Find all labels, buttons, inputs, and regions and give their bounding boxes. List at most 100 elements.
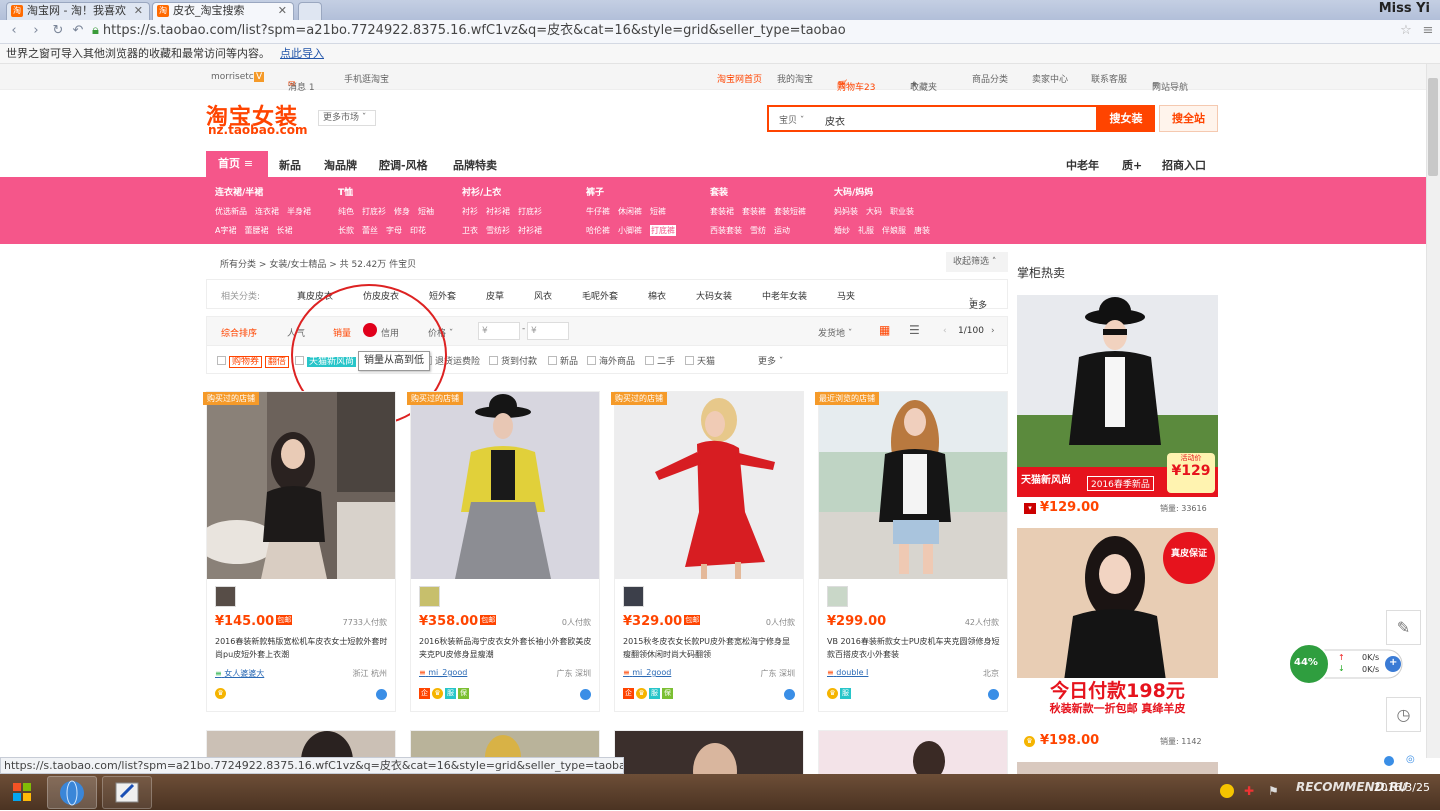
service-icon[interactable]: 服: [840, 688, 851, 699]
filter-coupon[interactable]: 购物券 翻倍: [217, 354, 289, 368]
guarantee-icon[interactable]: 保: [662, 688, 673, 699]
category-title[interactable]: 大码/妈妈: [834, 185, 938, 198]
product-image[interactable]: [615, 392, 803, 579]
start-button[interactable]: [6, 776, 38, 808]
category-link[interactable]: 卫衣: [462, 226, 478, 235]
product-title[interactable]: VB 2016春装新款女士PU皮机车夹克圆领修身短款百搭皮衣小外套装: [827, 635, 1001, 661]
breadcrumb-link[interactable]: 所有分类: [220, 260, 256, 270]
category-title[interactable]: 衬衫/上衣: [462, 185, 550, 198]
category-link[interactable]: 运动: [774, 226, 790, 235]
taskbar-browser[interactable]: [47, 776, 97, 809]
category-link[interactable]: 婚纱: [834, 226, 850, 235]
nav-item[interactable]: 腔调-风格: [379, 157, 428, 173]
enterprise-icon[interactable]: 企: [419, 688, 430, 699]
category-link[interactable]: 连衣裙: [255, 207, 279, 216]
price-min-input[interactable]: ¥: [478, 322, 520, 340]
wangwang-icon[interactable]: [376, 689, 387, 700]
nav-item[interactable]: 品牌特卖: [453, 157, 497, 173]
crown-icon[interactable]: ♛: [432, 688, 443, 699]
wangwang-icon[interactable]: [988, 689, 999, 700]
crown-icon[interactable]: ♛: [827, 688, 838, 699]
grid-view-icon[interactable]: ▦: [879, 323, 890, 337]
categories-link[interactable]: 商品分类: [972, 72, 1008, 85]
category-link[interactable]: 蕾丝: [362, 226, 378, 235]
category-link[interactable]: 短裤: [650, 207, 666, 216]
related-item[interactable]: 中老年女装: [762, 289, 807, 302]
checkbox[interactable]: [685, 356, 694, 365]
category-link[interactable]: 小脚裤: [618, 226, 642, 235]
product-image[interactable]: [411, 392, 599, 579]
category-link[interactable]: 长款: [338, 226, 354, 235]
category-title[interactable]: 连衣裙/半裙: [215, 185, 319, 198]
search-all-button[interactable]: 搜全站: [1159, 105, 1218, 132]
breadcrumb-link[interactable]: 女装/女士精品: [269, 260, 326, 270]
category-link[interactable]: 套装短裤: [774, 207, 806, 216]
undo-icon[interactable]: ↶: [70, 23, 86, 39]
product-title[interactable]: 2016春装新款韩版宽松机车皮衣女士短款外套时尚pu皮短外套上衣潮: [215, 635, 389, 661]
category-link[interactable]: 半身裙: [287, 207, 311, 216]
category-link[interactable]: 衬衫裙: [518, 226, 542, 235]
category-link[interactable]: 西装套装: [710, 226, 742, 235]
service-icon[interactable]: 服: [445, 688, 456, 699]
search-category-select[interactable]: 宝贝 ˇ: [779, 113, 804, 126]
category-link[interactable]: 套装裙: [710, 207, 734, 216]
related-item[interactable]: 风衣: [534, 289, 552, 302]
search-button[interactable]: 搜女装: [1097, 105, 1155, 132]
category-link[interactable]: 雪纺: [750, 226, 766, 235]
category-link[interactable]: 哈伦裤: [586, 226, 610, 235]
product-thumbnail[interactable]: [623, 586, 644, 607]
tray-icon[interactable]: ✚: [1244, 784, 1254, 798]
category-link[interactable]: 伴娘服: [882, 226, 906, 235]
refresh-icon[interactable]: ↻: [50, 23, 66, 39]
category-link[interactable]: 修身: [394, 207, 410, 216]
checkbox[interactable]: [587, 356, 596, 365]
product-card[interactable]: 最近浏览的店铺 ¥299.00 42人付款 VB 2016春装新款女士PU皮机车…: [815, 391, 1008, 712]
category-link[interactable]: 打底衫: [362, 207, 386, 216]
more-markets-dropdown[interactable]: 更多市场 ˇ: [318, 110, 376, 126]
product-image[interactable]: [207, 392, 395, 579]
edit-icon[interactable]: ✎: [1386, 610, 1421, 645]
product-thumbnail[interactable]: [215, 586, 236, 607]
category-title[interactable]: T恤: [338, 185, 442, 198]
wangwang-icon[interactable]: [1384, 756, 1394, 766]
service-link[interactable]: 联系客服: [1091, 72, 1127, 85]
collapse-filter-button[interactable]: 收起筛选 ˄: [946, 252, 1008, 272]
product-card[interactable]: 购买过的店铺 ¥145.00 包邮 7733人付款 2016春装新款韩版宽松机车皮…: [203, 391, 396, 712]
flag-icon[interactable]: ⚑: [1268, 784, 1279, 798]
category-link[interactable]: 雪纺衫: [486, 226, 510, 235]
shop-link[interactable]: ≡ 女人婆婆大: [215, 668, 264, 679]
category-link[interactable]: 套装裤: [742, 207, 766, 216]
related-item[interactable]: 大码女装: [696, 289, 732, 302]
hot-item-image[interactable]: 天猫新风尚 2016春季新品 活动价 ¥129: [1017, 295, 1218, 497]
back-icon[interactable]: ‹: [6, 23, 22, 39]
related-item[interactable]: 棉衣: [648, 289, 666, 302]
nav-item[interactable]: 招商入口: [1162, 157, 1206, 173]
plus-icon[interactable]: +: [1389, 657, 1397, 668]
category-link[interactable]: 衬衫裙: [486, 207, 510, 216]
related-item[interactable]: 马夹: [837, 289, 855, 302]
scrollbar-thumb[interactable]: [1428, 78, 1438, 176]
feedback-icon[interactable]: ◎: [1406, 754, 1415, 765]
category-link[interactable]: 打底衫: [518, 207, 542, 216]
browser-tab-active[interactable]: 淘 皮衣_淘宝搜索 ✕: [152, 2, 294, 20]
product-title[interactable]: 2015秋冬皮衣女长款PU皮外套宽松海宁修身显瘦翻领休闲时尚大码翻领: [623, 635, 797, 661]
filter-more[interactable]: 更多 ˇ: [758, 354, 783, 367]
nav-item[interactable]: 淘品牌: [324, 157, 357, 173]
related-item[interactable]: 毛呢外套: [582, 289, 618, 302]
nav-item[interactable]: 中老年: [1066, 157, 1099, 173]
my-taobao-link[interactable]: 我的淘宝: [777, 72, 813, 85]
product-thumbnail[interactable]: [419, 586, 440, 607]
nav-item[interactable]: 质+: [1122, 157, 1142, 173]
username-link[interactable]: morrisetc: [211, 72, 254, 82]
product-card[interactable]: 购买过的店铺 ¥358.00 包邮 0人付款 2016秋装新品海宁皮衣女外套长袖小…: [407, 391, 600, 712]
crown-icon[interactable]: ♛: [636, 688, 647, 699]
list-view-icon[interactable]: ☰: [909, 323, 920, 337]
mobile-link[interactable]: 手机逛淘宝: [344, 72, 389, 85]
checkbox[interactable]: [645, 356, 654, 365]
shop-link[interactable]: ≡ mi_2good: [419, 668, 467, 677]
prev-page-icon[interactable]: ‹: [943, 326, 947, 336]
related-item[interactable]: 皮草: [486, 289, 504, 302]
category-link[interactable]: 唐装: [914, 226, 930, 235]
guarantee-icon[interactable]: 保: [458, 688, 469, 699]
category-title[interactable]: 套装: [710, 185, 814, 198]
